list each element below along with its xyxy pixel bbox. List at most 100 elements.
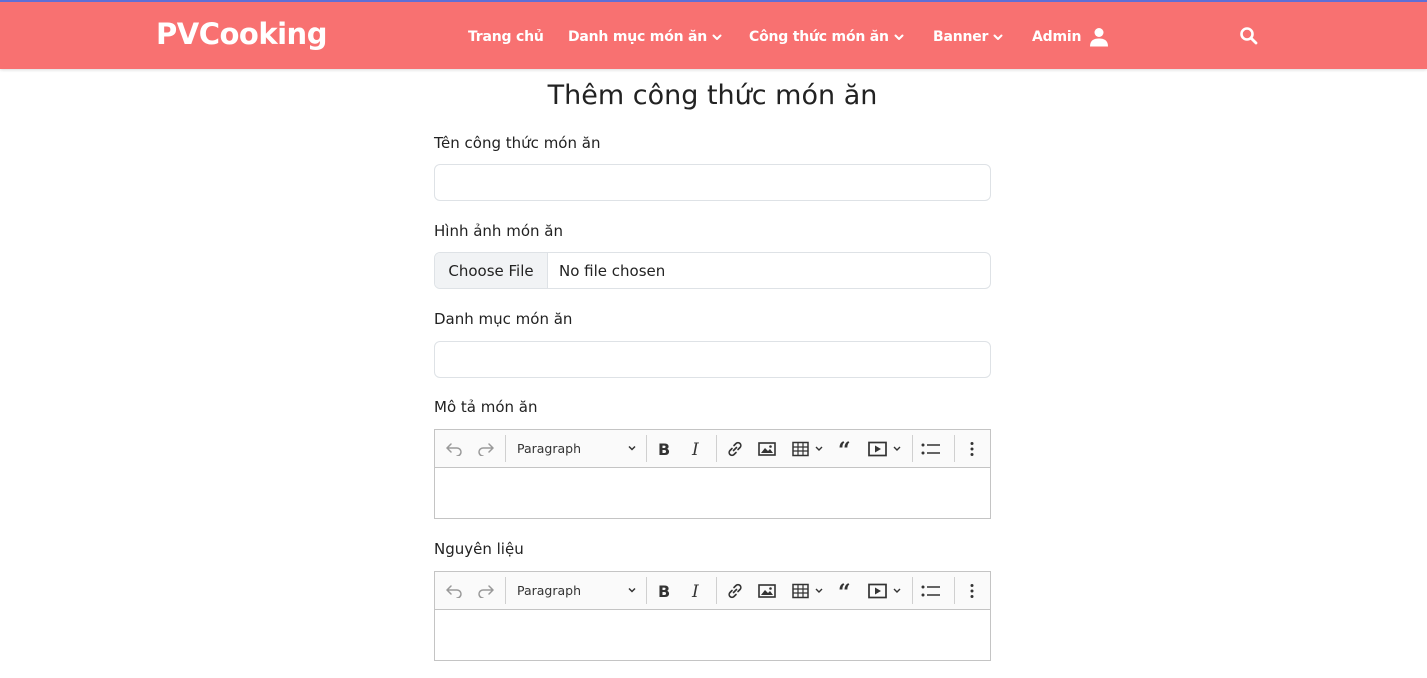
category-label: Danh mục món ăn xyxy=(434,310,573,328)
blockquote-button[interactable]: “ xyxy=(835,430,859,467)
italic-icon: I xyxy=(691,441,699,457)
blockquote-button[interactable]: “ xyxy=(835,572,859,609)
category-input[interactable] xyxy=(434,341,991,378)
link-icon xyxy=(728,583,742,598)
insert-media-button[interactable] xyxy=(865,572,907,609)
nav-item-home[interactable]: Trang chủ xyxy=(468,26,544,48)
toolbar-separator xyxy=(954,435,955,462)
toolbar-separator xyxy=(954,577,955,604)
svg-text:“: “ xyxy=(838,441,851,457)
blockquote-icon: “ xyxy=(838,583,851,599)
svg-text:“: “ xyxy=(838,583,851,599)
link-button[interactable] xyxy=(723,430,747,467)
media-icon xyxy=(868,441,901,456)
recipe-image-label: Hình ảnh món ăn xyxy=(434,222,563,240)
italic-icon: I xyxy=(691,583,699,599)
description-label: Mô tả món ăn xyxy=(434,398,538,416)
more-icon xyxy=(970,441,974,456)
toolbar-separator xyxy=(716,577,717,604)
nav-item-banner[interactable]: Banner xyxy=(933,26,1003,48)
link-icon xyxy=(728,441,742,456)
nav-item-categories[interactable]: Danh mục món ăn xyxy=(568,26,722,48)
file-status-text: No file chosen xyxy=(559,261,666,280)
toolbar-separator xyxy=(716,435,717,462)
image-icon xyxy=(758,441,776,456)
more-icon xyxy=(970,583,974,598)
chevron-down-icon xyxy=(628,445,636,451)
description-editable-area[interactable] xyxy=(435,468,990,518)
nav-item-label: Danh mục món ăn xyxy=(568,29,708,45)
toolbar-separator xyxy=(912,435,913,462)
toolbar-separator xyxy=(646,435,647,462)
nav-item-recipes[interactable]: Công thức món ăn xyxy=(749,26,904,48)
bulleted-list-button[interactable] xyxy=(919,430,943,467)
blockquote-icon: “ xyxy=(838,441,851,457)
italic-button[interactable]: I xyxy=(686,572,708,609)
brand-logo[interactable]: PVCooking xyxy=(156,17,327,51)
link-button[interactable] xyxy=(723,572,747,609)
more-options-button[interactable] xyxy=(961,430,983,467)
undo-button[interactable] xyxy=(443,430,465,467)
ingredients-editable-area[interactable] xyxy=(435,610,990,660)
italic-button[interactable]: I xyxy=(686,430,708,467)
table-icon xyxy=(792,441,823,456)
bulleted-list-icon xyxy=(921,585,940,596)
table-icon xyxy=(792,583,823,598)
user-icon xyxy=(1090,28,1109,47)
undo-icon xyxy=(446,442,462,456)
chevron-down-icon xyxy=(712,34,722,40)
chevron-down-icon xyxy=(894,34,904,40)
editor-toolbar: Paragraph B I “ xyxy=(435,430,990,468)
bold-button[interactable]: B xyxy=(653,430,675,467)
toolbar-separator xyxy=(912,577,913,604)
page-title: Thêm công thức món ăn xyxy=(547,80,878,111)
bold-button[interactable]: B xyxy=(653,572,675,609)
toolbar-separator xyxy=(505,435,506,462)
insert-table-button[interactable] xyxy=(789,430,829,467)
navbar: PVCooking Trang chủ Danh mục món ăn Công… xyxy=(0,0,1427,69)
nav-item-admin[interactable]: Admin xyxy=(1032,26,1109,48)
insert-media-button[interactable] xyxy=(865,430,907,467)
redo-button[interactable] xyxy=(475,430,497,467)
redo-button[interactable] xyxy=(475,572,497,609)
recipe-name-label: Tên công thức món ăn xyxy=(434,134,601,152)
ingredients-editor: Paragraph B I “ xyxy=(434,571,991,661)
bulleted-list-button[interactable] xyxy=(919,572,943,609)
svg-text:B: B xyxy=(658,441,670,457)
undo-icon xyxy=(446,584,462,598)
choose-file-button[interactable]: Choose File xyxy=(435,253,548,288)
insert-table-button[interactable] xyxy=(789,572,829,609)
heading-select[interactable]: Paragraph xyxy=(517,430,637,467)
undo-button[interactable] xyxy=(443,572,465,609)
ingredients-label: Nguyên liệu xyxy=(434,540,524,558)
more-options-button[interactable] xyxy=(961,572,983,609)
heading-select[interactable]: Paragraph xyxy=(517,572,637,609)
media-icon xyxy=(868,583,901,598)
search-icon xyxy=(1240,27,1258,45)
image-icon xyxy=(758,583,776,598)
recipe-image-file-input[interactable]: Choose File No file chosen xyxy=(434,252,991,289)
svg-text:I: I xyxy=(691,441,699,457)
svg-text:I: I xyxy=(691,583,699,599)
bulleted-list-icon xyxy=(921,443,940,454)
nav-item-label: Công thức món ăn xyxy=(749,29,889,45)
insert-image-button[interactable] xyxy=(755,572,779,609)
recipe-name-input[interactable] xyxy=(434,164,991,201)
bold-icon: B xyxy=(658,583,670,599)
bold-icon: B xyxy=(658,441,670,457)
nav-item-label: Banner xyxy=(933,29,989,45)
search-button[interactable] xyxy=(1239,26,1259,46)
heading-select-value: Paragraph xyxy=(517,441,582,456)
nav-item-label: Admin xyxy=(1032,29,1082,45)
chevron-down-icon xyxy=(993,34,1003,40)
toolbar-separator xyxy=(505,577,506,604)
nav-item-label: Trang chủ xyxy=(468,29,544,45)
heading-select-value: Paragraph xyxy=(517,583,582,598)
editor-toolbar: Paragraph B I “ xyxy=(435,572,990,610)
chevron-down-icon xyxy=(628,587,636,593)
insert-image-button[interactable] xyxy=(755,430,779,467)
redo-icon xyxy=(478,442,494,456)
toolbar-separator xyxy=(646,577,647,604)
description-editor: Paragraph B I “ xyxy=(434,429,991,519)
redo-icon xyxy=(478,584,494,598)
